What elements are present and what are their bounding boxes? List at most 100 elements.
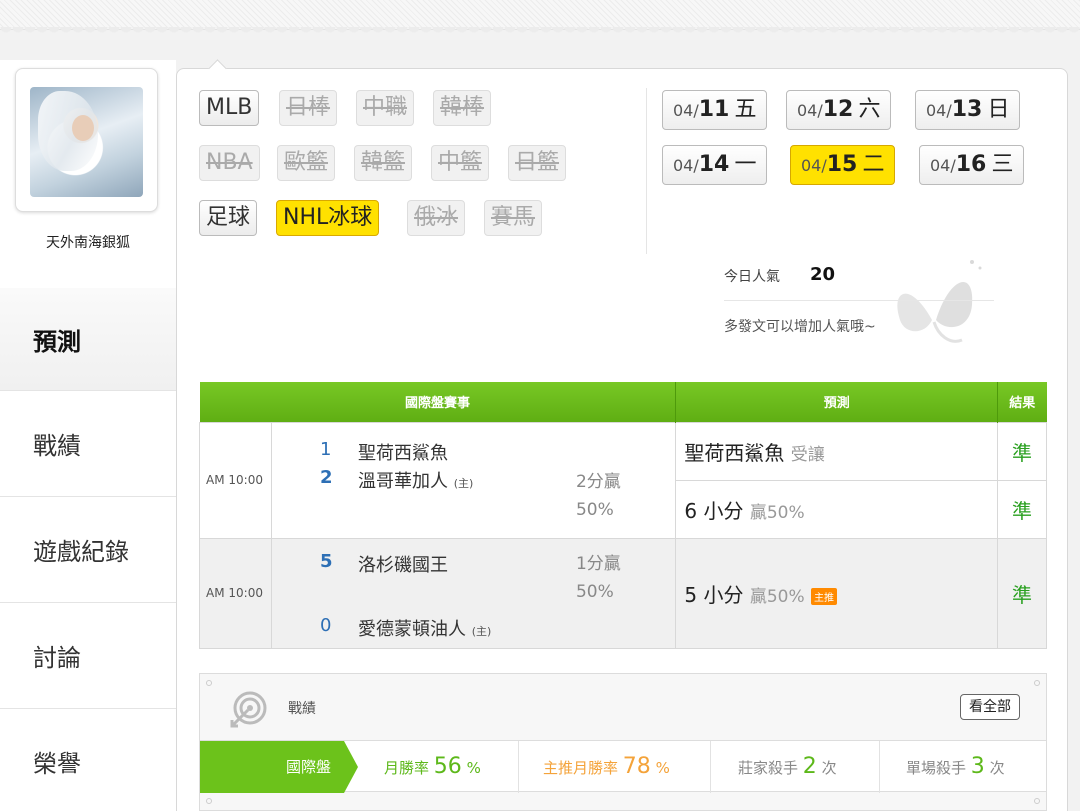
game-time: AM 10:00 (199, 421, 272, 539)
nav-item-record[interactable]: 戰績 (0, 390, 176, 496)
stat-unit: 次 (821, 759, 837, 777)
teams-cell: 5 洛杉磯國王 0 愛德蒙頓油人 (主) 1分贏 50% (270, 537, 677, 649)
teams-cell: 1 聖荷西鯊魚 2 溫哥華加人 (主) 2分贏 50% (270, 421, 677, 539)
date-0413[interactable]: 04/13 日 (915, 90, 1021, 130)
record-section: 戰績 看全部 國際盤 月勝率 56 % 主推月勝率 78 % 莊家殺手 2 次 … (199, 673, 1047, 811)
team-number: 0 (319, 614, 332, 636)
divider (646, 88, 647, 254)
nav-item-discussion[interactable]: 討論 (0, 602, 176, 708)
stat-banker-killer: 莊家殺手 2 次 (738, 741, 837, 793)
tab-international[interactable]: 國際盤 (200, 741, 358, 793)
sport-kbo[interactable]: 韓棒 (433, 90, 492, 126)
date-weekday: 五 (734, 97, 757, 122)
handicap: 1分贏 (575, 553, 621, 574)
host-tag: (主) (453, 476, 474, 490)
nav-item-game-log[interactable]: 遊戲紀錄 (0, 496, 176, 602)
table-row: AM 10:00 1 聖荷西鯊魚 2 溫哥華加人 (主) 2分贏 50% 聖荷西… (199, 421, 1047, 539)
prediction-table: 國際盤賽事 預測 結果 AM 10:00 1 聖荷西鯊魚 2 溫哥華加人 (主)… (199, 382, 1047, 649)
prediction[interactable]: 聖荷西鯊魚 受讓 (675, 421, 999, 481)
stat-label: 莊家殺手 (738, 759, 799, 777)
date-0414[interactable]: 04/14 一 (662, 145, 768, 185)
result: 準 (997, 479, 1047, 539)
header-result: 結果 (997, 382, 1047, 422)
stat-single-killer: 單場殺手 3 次 (906, 741, 1005, 793)
prediction[interactable]: 5 小分 贏50% 主推 (675, 537, 999, 649)
prediction[interactable]: 6 小分 贏50% (675, 479, 999, 539)
date-month: 04/ (797, 101, 823, 120)
sport-china-basket[interactable]: 中籃 (431, 145, 490, 181)
nav-item-honor[interactable]: 榮譽 (0, 708, 176, 811)
team-name: 愛德蒙頓油人 (主) (358, 615, 491, 641)
sport-npb[interactable]: 日棒 (279, 90, 338, 126)
sport-khl[interactable]: 俄冰 (407, 200, 466, 236)
prediction-sub: 贏50% (749, 502, 805, 523)
sport-japan-basket[interactable]: 日籃 (508, 145, 567, 181)
handicap-pct: 50% (575, 499, 614, 520)
date-day: 16 (955, 152, 987, 177)
team-name: 洛杉磯國王 (357, 554, 448, 576)
date-month: 04/ (801, 156, 827, 175)
divider (724, 300, 994, 301)
sport-cpbl[interactable]: 中職 (356, 90, 415, 126)
stat-unit: % (466, 759, 481, 777)
sport-horse-racing[interactable]: 賽馬 (484, 200, 543, 236)
handicap-pct: 50% (575, 581, 614, 602)
corner-dot (1034, 680, 1040, 686)
nav-label: 遊戲紀錄 (33, 538, 129, 566)
sport-soccer[interactable]: 足球 (199, 200, 258, 236)
divider (518, 741, 519, 793)
popularity-tip: 多發文可以增加人氣哦~ (724, 319, 876, 335)
date-weekday: 二 (862, 152, 885, 177)
prediction-sub: 贏50% (749, 586, 805, 607)
prediction-main: 6 小分 (684, 498, 744, 523)
team-name-text: 溫哥華加人 (357, 470, 448, 492)
target-icon (230, 691, 267, 728)
handicap: 2分贏 (575, 471, 621, 492)
divider (879, 741, 880, 793)
stat-label: 主推月勝率 (543, 759, 619, 777)
prediction-main: 聖荷西鯊魚 (684, 440, 785, 465)
sport-korea-basket[interactable]: 韓籃 (354, 145, 413, 181)
result: 準 (997, 421, 1047, 481)
nav-label: 預測 (33, 327, 81, 356)
popularity-value: 20 (810, 264, 836, 285)
sport-mlb[interactable]: MLB (199, 90, 260, 126)
record-title: 戰績 (288, 701, 316, 717)
date-0411[interactable]: 04/11 五 (662, 90, 768, 130)
sport-euro-basket[interactable]: 歐籃 (277, 145, 336, 181)
popularity-label: 今日人氣 (724, 269, 780, 285)
prediction-main: 5 小分 (684, 582, 744, 607)
divider (710, 741, 711, 793)
corner-dot (206, 798, 212, 804)
corner-dot (206, 680, 212, 686)
view-all-button[interactable]: 看全部 (960, 694, 1020, 720)
avatar-frame[interactable] (15, 68, 158, 212)
stats-bar: 國際盤 月勝率 56 % 主推月勝率 78 % 莊家殺手 2 次 單場殺手 3 … (200, 740, 1046, 793)
corner-dot (1034, 798, 1040, 804)
prediction-sub: 受讓 (790, 444, 825, 465)
date-0412[interactable]: 04/12 六 (786, 90, 892, 130)
team-name: 聖荷西鯊魚 (357, 442, 448, 464)
sport-nba[interactable]: NBA (199, 145, 260, 181)
date-day: 13 (951, 97, 983, 122)
stat-month-rate: 月勝率 56 % (384, 741, 481, 793)
nav-label: 榮譽 (33, 750, 81, 778)
team-number: 5 (319, 550, 333, 572)
avatar (30, 87, 143, 197)
date-weekday: 六 (858, 97, 881, 122)
header-event: 國際盤賽事 (199, 382, 677, 422)
sport-nhl[interactable]: NHL冰球 (276, 200, 380, 236)
stat-value: 56 (433, 754, 462, 779)
stat-label: 單場殺手 (906, 759, 967, 777)
date-day: 15 (826, 152, 858, 177)
date-day: 12 (822, 97, 854, 122)
date-month: 04/ (930, 156, 956, 175)
date-0415[interactable]: 04/15 二 (790, 145, 896, 185)
profile-card: 天外南海銀狐 (0, 60, 176, 288)
date-0416[interactable]: 04/16 三 (919, 145, 1025, 185)
date-month: 04/ (673, 156, 699, 175)
nav-item-prediction[interactable]: 預測 (0, 288, 176, 390)
stat-value: 3 (970, 754, 985, 779)
result: 準 (997, 537, 1047, 649)
header-prediction: 預測 (675, 382, 999, 422)
